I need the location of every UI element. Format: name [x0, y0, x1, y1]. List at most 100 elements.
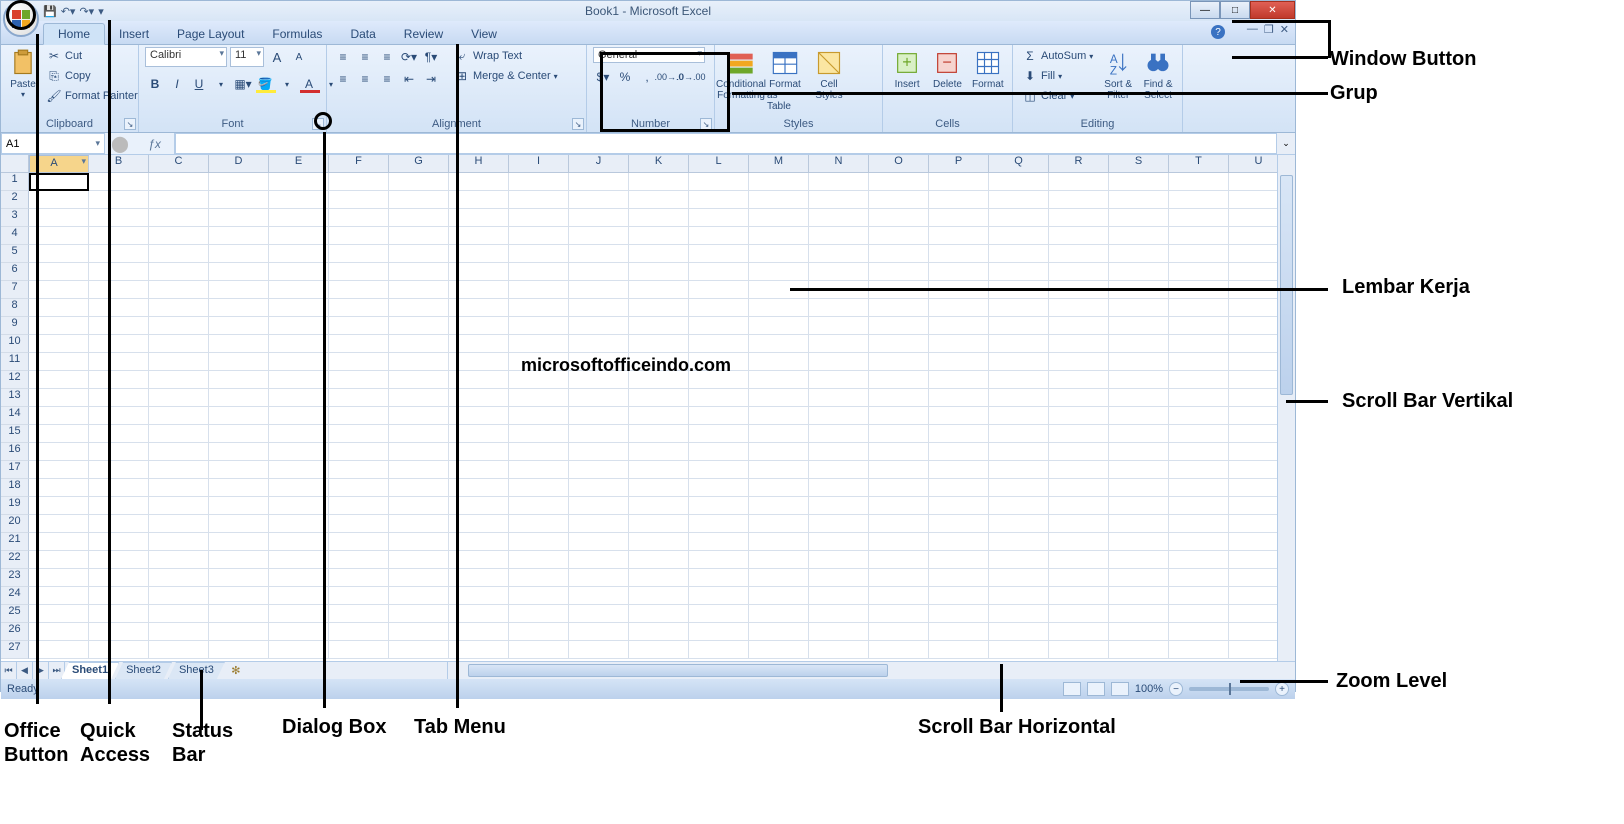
cell[interactable] — [569, 317, 629, 335]
cell[interactable] — [869, 389, 929, 407]
cell[interactable] — [89, 353, 149, 371]
row-header[interactable]: 26 — [1, 623, 29, 641]
cell[interactable] — [269, 263, 329, 281]
cell[interactable] — [869, 371, 929, 389]
cell[interactable] — [89, 605, 149, 623]
cell[interactable] — [1049, 443, 1109, 461]
maximize-button[interactable]: □ — [1220, 1, 1250, 19]
cell[interactable] — [749, 497, 809, 515]
cell[interactable] — [389, 353, 449, 371]
cell[interactable] — [509, 227, 569, 245]
cell[interactable] — [749, 263, 809, 281]
cell[interactable] — [929, 605, 989, 623]
cell[interactable] — [929, 353, 989, 371]
cell[interactable] — [89, 479, 149, 497]
cell[interactable] — [1169, 515, 1229, 533]
align-middle-icon[interactable]: ≡ — [355, 47, 375, 67]
cell[interactable] — [869, 515, 929, 533]
cell[interactable] — [149, 551, 209, 569]
cell[interactable] — [749, 425, 809, 443]
row-header[interactable]: 4 — [1, 227, 29, 245]
cell[interactable] — [809, 227, 869, 245]
cell[interactable] — [209, 335, 269, 353]
cell[interactable] — [149, 461, 209, 479]
cell[interactable] — [209, 317, 269, 335]
cell[interactable] — [1109, 245, 1169, 263]
cell[interactable] — [809, 425, 869, 443]
cell[interactable] — [209, 443, 269, 461]
cell[interactable] — [509, 623, 569, 641]
cell[interactable] — [209, 425, 269, 443]
cell[interactable] — [1109, 641, 1169, 659]
cell[interactable] — [149, 389, 209, 407]
number-format-select[interactable]: General — [593, 47, 705, 63]
cell[interactable] — [1109, 425, 1169, 443]
cell[interactable] — [989, 173, 1049, 191]
align-top-icon[interactable]: ≡ — [333, 47, 353, 67]
cell[interactable] — [749, 515, 809, 533]
mdi-restore-icon[interactable]: ❐ — [1264, 23, 1274, 36]
cell[interactable] — [749, 371, 809, 389]
column-header[interactable]: C — [149, 155, 209, 173]
font-name-select[interactable]: Calibri — [145, 47, 227, 67]
cell[interactable] — [1049, 353, 1109, 371]
cell[interactable] — [89, 173, 149, 191]
cell[interactable] — [1109, 191, 1169, 209]
cell[interactable] — [329, 497, 389, 515]
cell[interactable] — [149, 497, 209, 515]
cell[interactable] — [629, 551, 689, 569]
cell[interactable] — [569, 299, 629, 317]
row-header[interactable]: 13 — [1, 389, 29, 407]
cell[interactable] — [1049, 407, 1109, 425]
cell[interactable] — [629, 281, 689, 299]
align-center-icon[interactable]: ≡ — [355, 69, 375, 89]
cell[interactable] — [389, 461, 449, 479]
cell[interactable] — [629, 605, 689, 623]
row-header[interactable]: 19 — [1, 497, 29, 515]
cell[interactable] — [749, 461, 809, 479]
cell[interactable] — [149, 623, 209, 641]
cell[interactable] — [809, 209, 869, 227]
cell[interactable] — [269, 389, 329, 407]
cell[interactable] — [689, 299, 749, 317]
cell[interactable] — [389, 299, 449, 317]
cell[interactable] — [689, 569, 749, 587]
cell[interactable] — [809, 641, 869, 659]
cell[interactable] — [1169, 335, 1229, 353]
cell[interactable] — [1109, 515, 1169, 533]
column-header[interactable]: N — [809, 155, 869, 173]
cell[interactable] — [629, 227, 689, 245]
cell[interactable] — [989, 425, 1049, 443]
cell[interactable] — [1169, 407, 1229, 425]
cell[interactable] — [629, 335, 689, 353]
tab-home[interactable]: Home — [43, 23, 105, 45]
cell[interactable] — [509, 173, 569, 191]
column-header[interactable]: R — [1049, 155, 1109, 173]
cell[interactable] — [569, 335, 629, 353]
cell[interactable] — [329, 389, 389, 407]
cell[interactable] — [929, 263, 989, 281]
cell[interactable] — [809, 299, 869, 317]
cell[interactable] — [209, 263, 269, 281]
cell[interactable] — [329, 371, 389, 389]
zoom-in-button[interactable]: + — [1275, 682, 1289, 696]
cell[interactable] — [329, 623, 389, 641]
cell[interactable] — [689, 173, 749, 191]
cell[interactable] — [749, 245, 809, 263]
cell[interactable] — [1109, 335, 1169, 353]
cell[interactable] — [749, 209, 809, 227]
cell[interactable] — [1109, 443, 1169, 461]
cell[interactable] — [809, 479, 869, 497]
row-header[interactable]: 21 — [1, 533, 29, 551]
close-button[interactable]: ✕ — [1250, 1, 1295, 19]
cell[interactable] — [989, 533, 1049, 551]
cell[interactable] — [149, 425, 209, 443]
dialog-launcher-number[interactable]: ↘ — [700, 118, 712, 130]
cell[interactable] — [929, 389, 989, 407]
cell[interactable] — [929, 299, 989, 317]
cell[interactable] — [569, 479, 629, 497]
column-header[interactable]: Q — [989, 155, 1049, 173]
cell[interactable] — [1049, 227, 1109, 245]
cell[interactable] — [509, 425, 569, 443]
cell[interactable] — [269, 299, 329, 317]
